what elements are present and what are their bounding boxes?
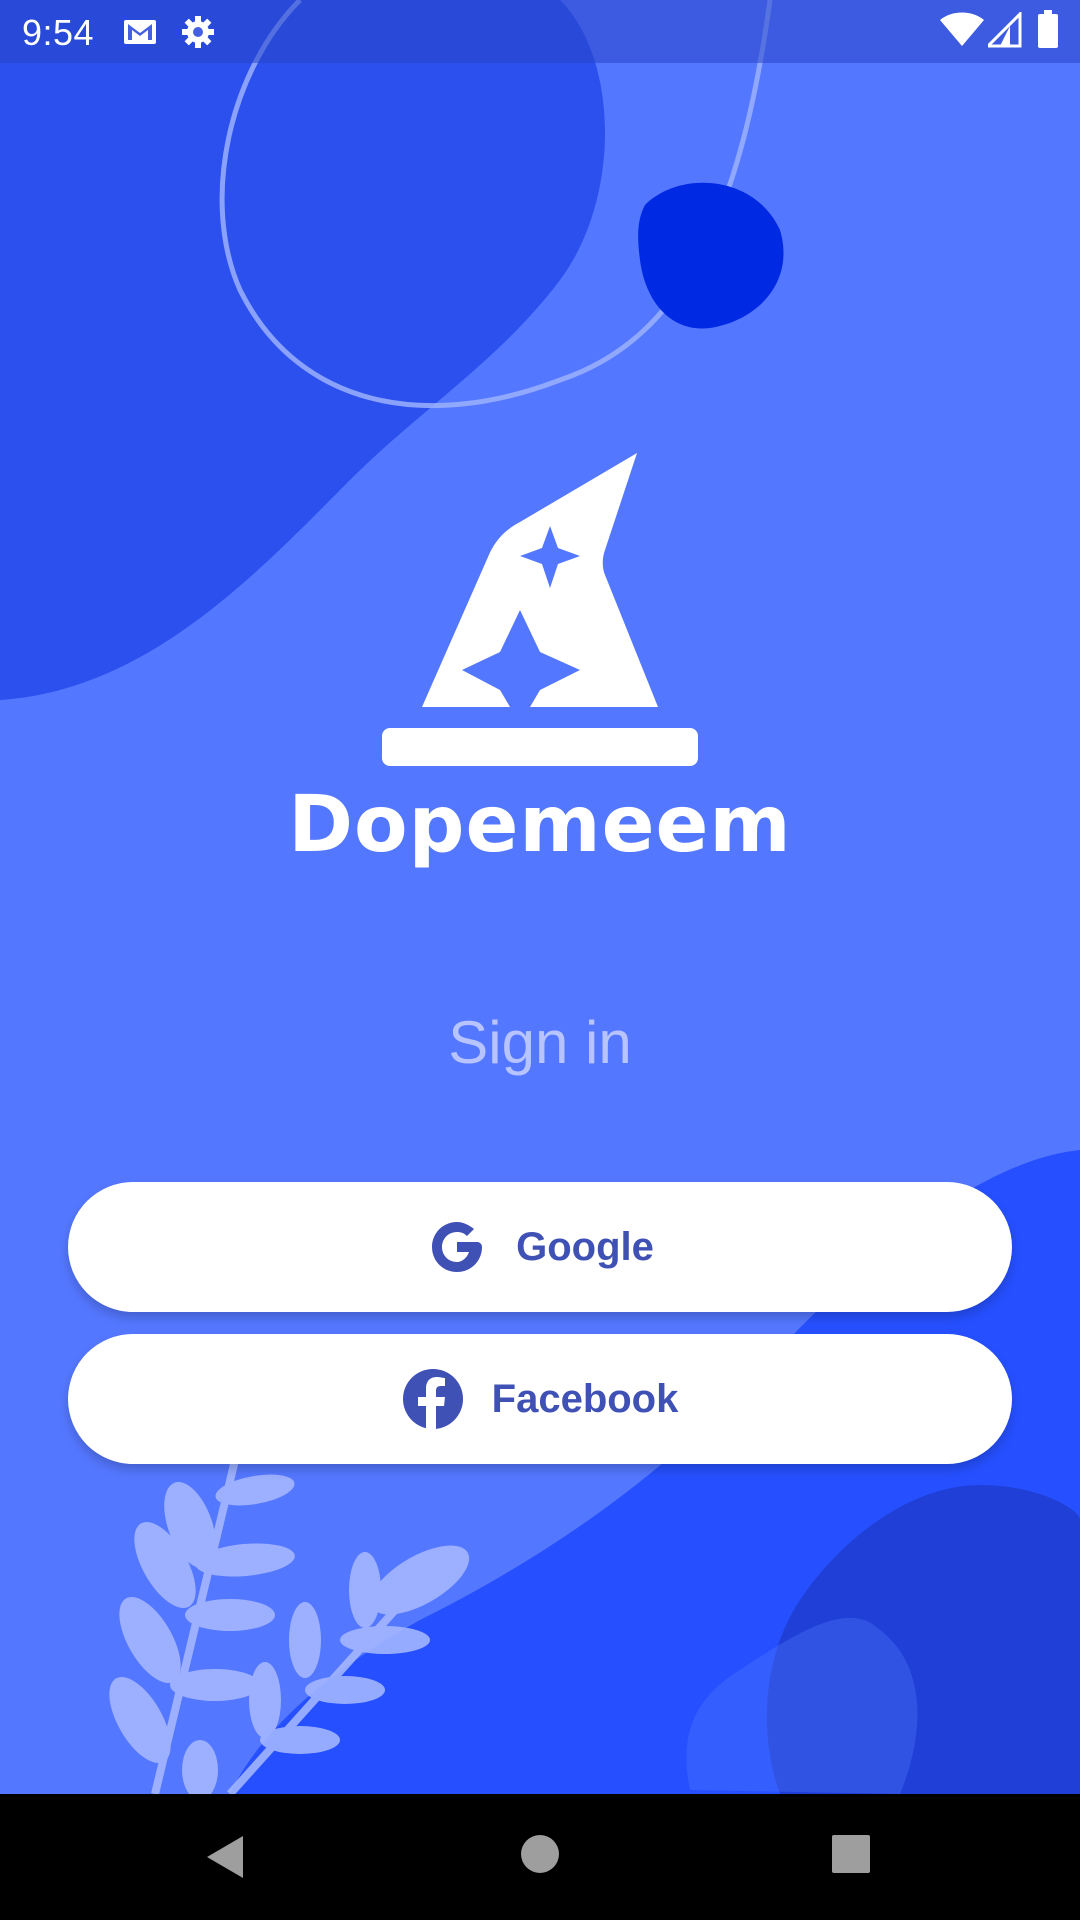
hat-cone (422, 453, 658, 707)
facebook-button-label: Facebook (491, 1376, 679, 1421)
google-icon (432, 1222, 483, 1272)
facebook-icon (402, 1369, 463, 1429)
brand-name: Dopemeem (288, 780, 792, 870)
recents-icon[interactable] (831, 1834, 871, 1874)
google-button-label: Google (516, 1224, 654, 1269)
navigation-bar (0, 1794, 1080, 1920)
facebook-sign-in-button[interactable]: Facebook (68, 1334, 1012, 1464)
hat-brim (382, 728, 698, 766)
status-bar: 9:54 (0, 0, 1080, 63)
wizard-hat-logo (382, 453, 698, 766)
deep-blue-dot (638, 182, 784, 329)
background-decoration (0, 0, 1080, 1800)
battery-icon (1038, 10, 1058, 48)
google-sign-in-button[interactable]: Google (68, 1182, 1012, 1312)
home-icon[interactable] (520, 1834, 560, 1874)
back-icon[interactable] (205, 1834, 245, 1880)
wifi-icon (940, 12, 984, 46)
gmail-icon (124, 20, 156, 44)
settings-icon (182, 16, 214, 48)
cellular-signal-icon (988, 12, 1022, 48)
status-time: 9:54 (22, 12, 95, 53)
sign-in-heading: Sign in (448, 1009, 632, 1076)
